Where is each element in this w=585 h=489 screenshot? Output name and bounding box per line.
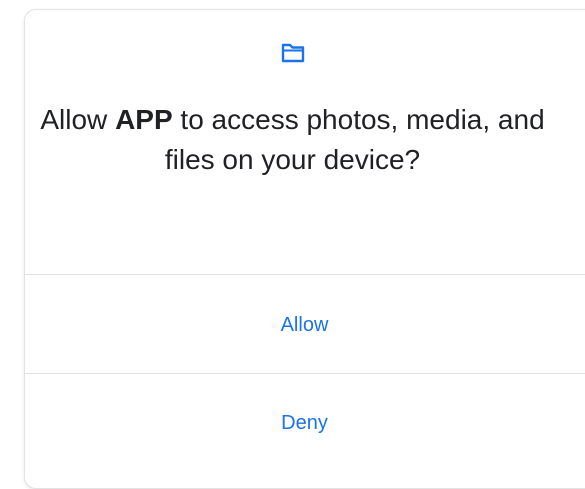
message-prefix: Allow [40,104,116,135]
allow-button[interactable]: Allow [24,280,585,370]
app-name: APP [115,104,173,135]
permission-message: Allow APP to access photos, media, and f… [34,100,551,180]
divider-top [24,274,585,275]
folder-icon [281,42,305,69]
deny-button[interactable]: Deny [24,378,585,468]
message-suffix: to access photos, media, and files on yo… [164,104,545,175]
dialog-icon-container [0,42,585,69]
divider-middle [24,373,585,374]
